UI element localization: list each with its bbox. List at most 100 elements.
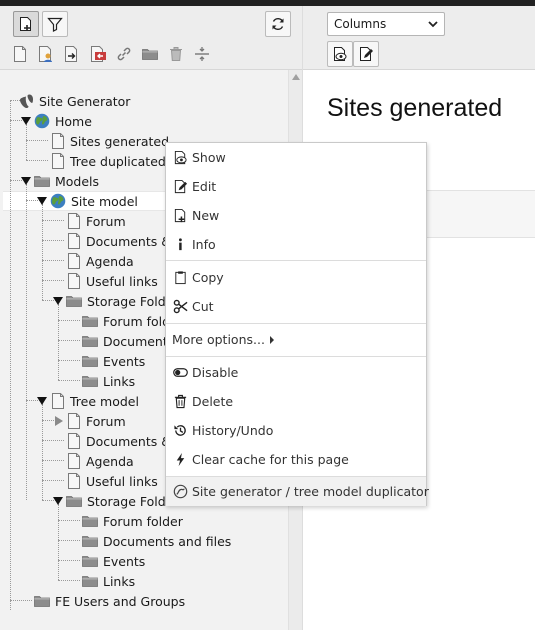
menu-item-label: Show [192, 150, 226, 165]
page-icon[interactable] [12, 46, 28, 62]
page-icon [67, 213, 81, 229]
tree-node-label: Links [103, 373, 136, 389]
tree-node-label: Home [55, 113, 92, 129]
tree-node-documents[interactable]: Documents & [67, 431, 171, 451]
tree-node-label: Storage Folde [87, 293, 174, 309]
menu-item-history[interactable]: History/Undo [166, 416, 426, 445]
tree-node-forum[interactable]: Forum [67, 211, 126, 231]
menu-item-label: More options... [172, 332, 265, 347]
collapse-toggle[interactable] [20, 175, 32, 187]
folder-icon [34, 595, 50, 607]
tree-node-label: Useful links [86, 473, 158, 489]
page-icon [51, 393, 65, 409]
tree-node-tree-duplicated[interactable]: Tree duplicated [51, 151, 166, 171]
menu-item-edit[interactable]: Edit [166, 172, 426, 201]
collapse-toggle[interactable] [20, 115, 32, 127]
tree-node-label: Documents & [86, 433, 171, 449]
tree-node-models[interactable]: Models [34, 171, 99, 191]
page-user-icon[interactable] [38, 46, 54, 62]
tree-node-documents-files[interactable]: Documents and files [82, 531, 231, 551]
info-icon [173, 237, 188, 252]
tree-node-label: Tree model [70, 393, 139, 409]
tree-node-useful-links[interactable]: Useful links [67, 471, 158, 491]
tree-node-fe-users[interactable]: FE Users and Groups [34, 591, 185, 611]
tree-node-events[interactable]: Events [82, 351, 145, 371]
page-move-icon[interactable] [64, 46, 80, 62]
caret-down-icon [21, 177, 31, 185]
tree-node-forum-folder[interactable]: Forum folde [82, 311, 178, 331]
menu-item-delete[interactable]: Delete [166, 387, 426, 416]
folder-icon [82, 535, 98, 547]
filter-button[interactable] [42, 11, 68, 37]
tree-node-label: Documents and files [103, 533, 232, 549]
tree-node-label: Agenda [86, 453, 134, 469]
menu-item-disable[interactable]: Disable [166, 358, 426, 387]
page-delete-icon[interactable] [90, 46, 106, 62]
collapse-toggle[interactable] [36, 195, 48, 207]
menu-item-new[interactable]: New [166, 201, 426, 230]
tree-node-home[interactable]: Home [34, 111, 92, 131]
tree-node-label: Forum folder [103, 513, 183, 529]
new-page-button[interactable] [13, 11, 39, 37]
page-icon [67, 273, 81, 289]
page-icon [67, 433, 81, 449]
tree-node-label: Agenda [86, 253, 134, 269]
tree-node-documents-files[interactable]: Document [82, 331, 168, 351]
menu-item-cut[interactable]: Cut [166, 292, 426, 321]
tree-node-sites-generated[interactable]: Sites generated [51, 131, 169, 151]
tree-node-label: Site model [71, 193, 138, 209]
page-icon [67, 233, 81, 249]
tree-node-links[interactable]: Links [82, 371, 135, 391]
tree-node-events[interactable]: Events [82, 551, 145, 571]
page-icon [67, 473, 81, 489]
tree-node-agenda[interactable]: Agenda [67, 451, 134, 471]
tree-node-storage-folder[interactable]: Storage Folde [66, 491, 173, 511]
tree-node-label: Documents & [86, 233, 171, 249]
menu-item-show[interactable]: Show [166, 143, 426, 172]
expand-toggle[interactable] [53, 415, 65, 427]
tree-node-label: Sites generated [70, 133, 170, 149]
tree-node-label: Links [103, 573, 136, 589]
menu-item-label: History/Undo [192, 423, 274, 438]
tree-node-documents[interactable]: Documents & [67, 231, 171, 251]
menu-item-info[interactable]: Info [166, 230, 426, 259]
link-icon[interactable] [116, 46, 132, 62]
menu-item-site-generator[interactable]: Site generator / tree model duplicator [166, 477, 429, 506]
scissors-icon [173, 299, 188, 314]
view-page-button[interactable] [327, 41, 353, 67]
view-mode-select[interactable]: Columns [327, 12, 445, 36]
collapse-toggle[interactable] [52, 495, 64, 507]
divider-icon[interactable] [194, 46, 210, 62]
tree-node-label: Forum [86, 413, 126, 429]
folder-icon[interactable] [142, 46, 158, 62]
eye-page-icon [173, 150, 188, 165]
menu-item-label: Disable [192, 365, 239, 380]
scroll-up-arrow-icon[interactable] [292, 74, 300, 80]
tree-node-storage-folder[interactable]: Storage Folde [66, 291, 173, 311]
collapse-toggle[interactable] [52, 295, 64, 307]
tree-node-site-generator[interactable]: Site Generator [18, 91, 130, 111]
folder-icon [82, 575, 98, 587]
edit-page-button[interactable] [353, 41, 379, 67]
caret-down-icon [53, 297, 63, 305]
tree-node-links[interactable]: Links [82, 571, 135, 591]
refresh-button[interactable] [265, 11, 291, 37]
tree-node-tree-model[interactable]: Tree model [51, 391, 139, 411]
lightning-icon [173, 452, 188, 467]
collapse-toggle[interactable] [36, 395, 48, 407]
menu-item-more-options[interactable]: More options... [166, 325, 426, 354]
tree-node-forum[interactable]: Forum [67, 411, 126, 431]
tree-node-forum-folder[interactable]: Forum folder [82, 511, 183, 531]
menu-item-label: Site generator / tree model duplicator [192, 484, 429, 499]
page-icon [67, 413, 81, 429]
edit-page-icon [173, 179, 188, 194]
menu-item-clear-cache[interactable]: Clear cache for this page [166, 445, 426, 474]
trash-icon [173, 394, 188, 409]
tree-node-site-model[interactable]: Site model [50, 191, 138, 211]
menu-item-label: Copy [192, 270, 224, 285]
trash-icon[interactable] [168, 46, 184, 62]
menu-item-copy[interactable]: Copy [166, 263, 426, 292]
tree-node-useful-links[interactable]: Useful links [67, 271, 158, 291]
tree-node-agenda[interactable]: Agenda [67, 251, 134, 271]
folder-icon [82, 335, 98, 347]
